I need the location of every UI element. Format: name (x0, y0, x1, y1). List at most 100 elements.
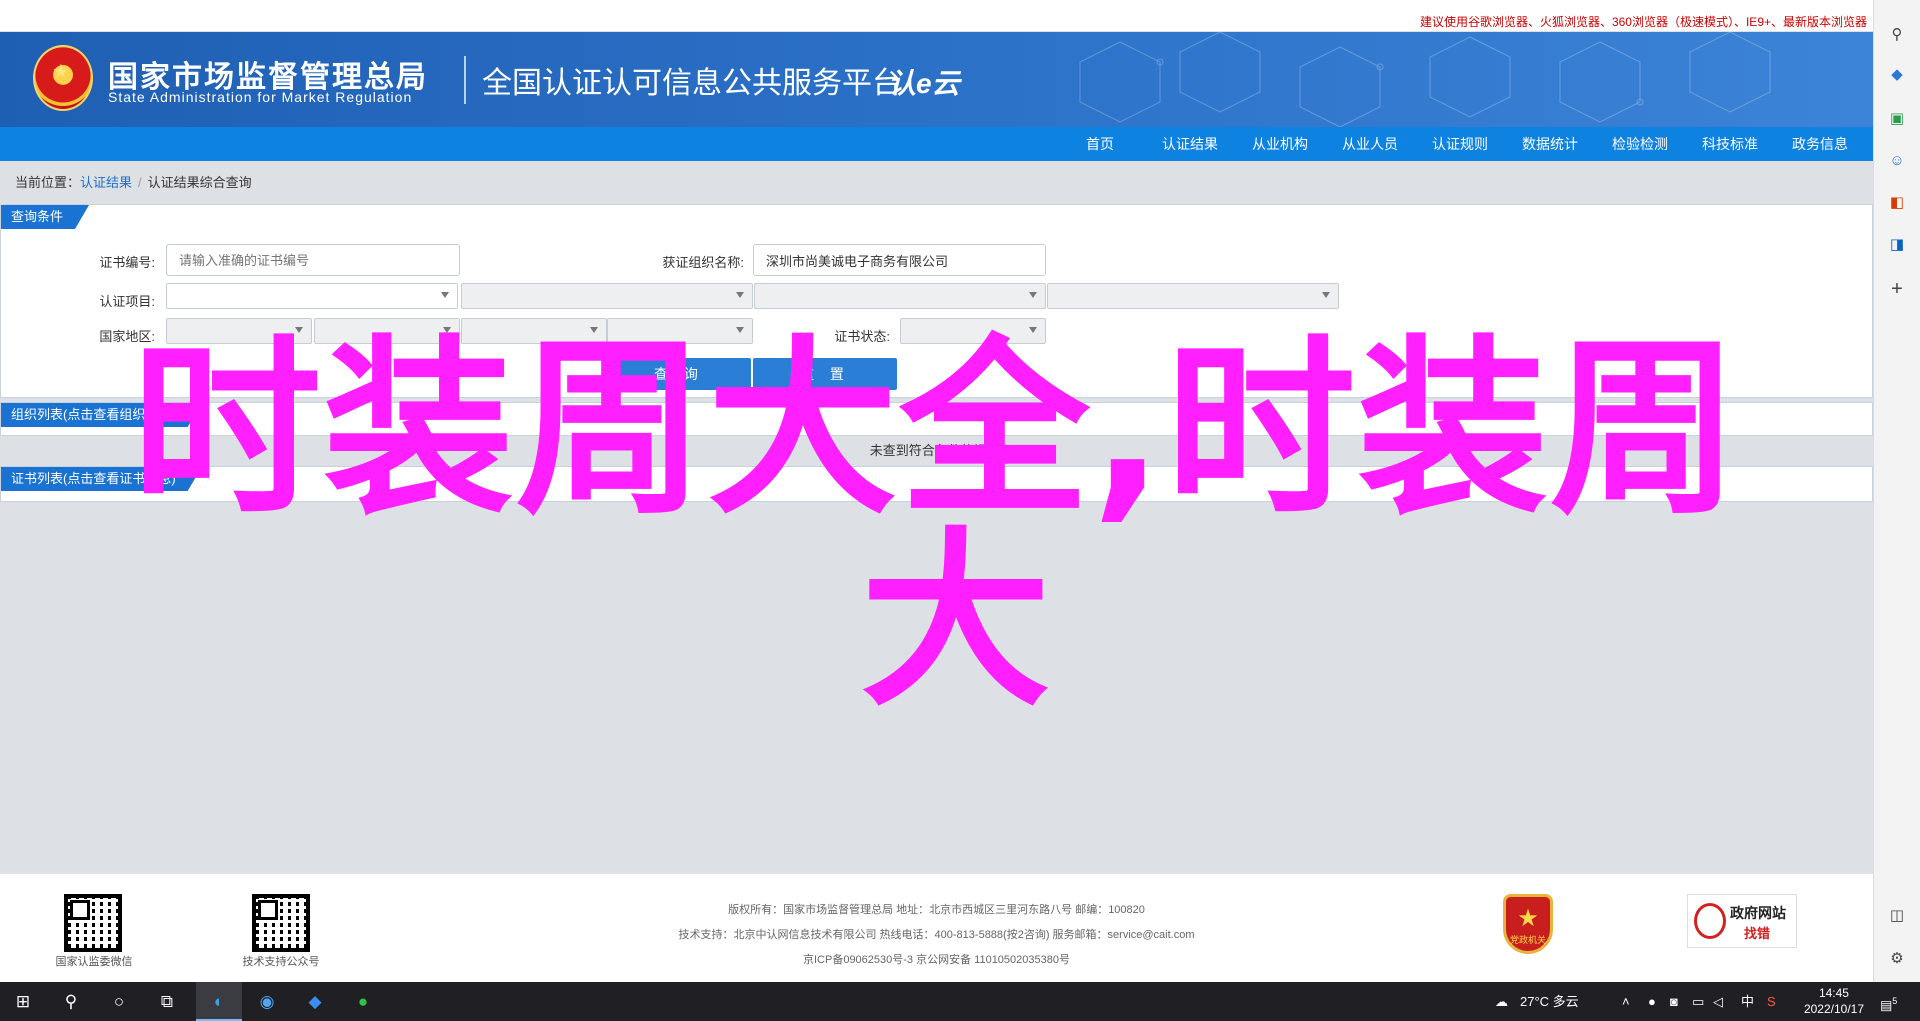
gov-site-error-badge[interactable]: 政府网站 找错 (1687, 894, 1797, 948)
tray-app-icon[interactable]: ◙ (1670, 982, 1678, 1021)
project-select-1[interactable] (166, 283, 458, 309)
footer-copyright: 版权所有：国家市场监督管理总局 地址：北京市西城区三里河东路八号 邮编：1008… (728, 904, 1145, 916)
overlay-headline-line2: 大 (860, 511, 1053, 732)
emblem-star-icon: ★ (52, 61, 70, 83)
project-label: 认证项目: (99, 294, 155, 309)
breadcrumb-link-results[interactable]: 认证结果 (80, 175, 132, 190)
cert-list-panel: 证书列表(点击查看证书信息) (0, 466, 1873, 502)
notification-icon[interactable]: ▤5 (1880, 982, 1897, 1021)
breadcrumb-prefix: 当前位置： (15, 175, 81, 190)
nav-item-4[interactable]: 认证规则 (1415, 127, 1505, 161)
reset-button[interactable]: 重 置 (753, 358, 897, 390)
org-list-panel: 组织列表(点击查看组织信息) (0, 402, 1873, 436)
party-badge-text: 党政机关 (1509, 935, 1546, 945)
cert-no-label: 证书编号: (99, 255, 155, 270)
status-select[interactable] (900, 318, 1046, 344)
system-clock[interactable]: 14:45 2022/10/17 (1804, 985, 1864, 1017)
app-icon-2[interactable]: ◆ (292, 982, 338, 1021)
chevron-down-icon (441, 292, 449, 298)
browser-warning-strip: 建议使用谷歌浏览器、火狐浏览器、360浏览器（极速模式）、IE9+、最新版本浏览… (0, 0, 1873, 32)
chevron-down-icon (443, 327, 451, 333)
clock-date: 2022/10/17 (1803, 1002, 1864, 1016)
browser-sidebar: ⚲ ◆ ▣ ☺ ◧ ◨ + ◫ ⚙ (1873, 0, 1920, 982)
gov-badge-subtitle: 找错 (1744, 926, 1771, 941)
platform-title: 全国认证认可信息公共服务平台 (482, 67, 902, 100)
chevron-down-icon (736, 327, 744, 333)
chevron-down-icon (736, 292, 744, 298)
toolbox-icon[interactable]: ▣ (1886, 108, 1908, 130)
gear-icon[interactable]: ⚙ (1886, 948, 1908, 970)
renyun-logo: 认e云 (888, 68, 960, 99)
sidebar-panel-icon[interactable]: ◫ (1886, 905, 1908, 927)
cert-list-tab[interactable]: 证书列表(点击查看证书信息) (1, 467, 202, 491)
nav-item-7[interactable]: 科技标准 (1685, 127, 1775, 161)
volume-icon[interactable]: ◁ (1713, 982, 1723, 1021)
notification-count: 5 (1892, 996, 1898, 1006)
org-list-tab[interactable]: 组织列表(点击查看组织信息) (1, 403, 202, 427)
weather-text[interactable]: 27°C 多云 (1520, 982, 1579, 1021)
region-label: 国家地区: (99, 329, 155, 344)
tag-icon[interactable]: ◆ (1886, 64, 1908, 86)
search-icon[interactable]: ⚲ (48, 982, 94, 1021)
office-icon[interactable]: ◧ (1886, 192, 1908, 214)
magnifier-icon (1694, 903, 1726, 939)
weather-icon[interactable]: ☁ (1495, 982, 1508, 1021)
nav-item-0[interactable]: 首页 (1055, 127, 1145, 161)
sogou-ime-icon[interactable]: S (1767, 982, 1776, 1021)
header-divider (464, 56, 466, 104)
nav-item-6[interactable]: 检验检测 (1595, 127, 1685, 161)
site-header: ★ 国家市场监督管理总局 State Administration for Ma… (0, 32, 1873, 127)
region-select-4[interactable] (607, 318, 753, 344)
add-icon[interactable]: + (1886, 278, 1908, 300)
nav-list: 首页 认证结果 从业机构 从业人员 认证规则 数据统计 检验检测 科技标准 政务信息 (1055, 127, 1865, 161)
breadcrumb-separator: / (138, 175, 142, 190)
region-select-2[interactable] (314, 318, 460, 344)
ime-indicator[interactable]: 中 (1741, 982, 1754, 1021)
people-icon[interactable]: ☺ (1886, 150, 1908, 172)
status-label: 证书状态: (834, 329, 890, 344)
breadcrumb: 当前位置：认证结果 / 认证结果综合查询 (15, 172, 252, 191)
empty-result-message: 未查到符合条件的记录! (869, 443, 1004, 458)
site-footer: 国家认监委微信 技术支持公众号 版权所有：国家市场监督管理总局 地址：北京市西城… (0, 873, 1873, 982)
network-icon[interactable]: ▭ (1692, 982, 1704, 1021)
outlook-icon[interactable]: ◨ (1886, 234, 1908, 256)
cortana-icon[interactable]: ○ (96, 982, 142, 1021)
nav-item-5[interactable]: 数据统计 (1505, 127, 1595, 161)
main-nav: 首页 认证结果 从业机构 从业人员 认证规则 数据统计 检验检测 科技标准 政务信息 (0, 127, 1873, 161)
app-icon-1[interactable]: ◉ (244, 982, 290, 1021)
query-panel-tab: 查询条件 (1, 205, 89, 229)
footer-icp[interactable]: 京ICP备09062530号-3 京公网安备 11010502035380号 (0, 951, 1873, 967)
project-select-2[interactable] (461, 283, 753, 309)
clock-time: 14:45 (1818, 986, 1849, 1000)
nav-item-1[interactable]: 认证结果 (1145, 127, 1235, 161)
footer-support: 技术支持：北京中认网信息技术有限公司 热线电话：400-813-5888(按2咨… (678, 929, 1195, 941)
cert-no-input[interactable] (166, 244, 460, 276)
region-select-1[interactable] (166, 318, 312, 344)
nav-item-3[interactable]: 从业人员 (1325, 127, 1415, 161)
chevron-down-icon (295, 327, 303, 333)
chevron-up-icon[interactable]: ˄ (1622, 982, 1630, 1021)
chevron-down-icon (590, 327, 598, 333)
edge-browser-icon[interactable]: ◐ (196, 982, 242, 1021)
org-name-label: 获证组织名称: (662, 255, 744, 270)
org-name-input[interactable] (753, 244, 1046, 276)
task-view-icon[interactable]: ⧉ (144, 982, 190, 1021)
browser-warning-text: 建议使用谷歌浏览器、火狐浏览器、360浏览器（极速模式）、IE9+、最新版本浏览… (1419, 15, 1867, 29)
wechat-tray-icon[interactable]: ● (1648, 982, 1656, 1021)
search-icon[interactable]: ⚲ (1886, 24, 1908, 46)
project-select-4[interactable] (1047, 283, 1339, 309)
region-select-3[interactable] (461, 318, 607, 344)
nav-item-2[interactable]: 从业机构 (1235, 127, 1325, 161)
chevron-down-icon (1322, 292, 1330, 298)
project-select-3[interactable] (754, 283, 1046, 309)
party-gov-badge[interactable]: ★ 党政机关 (1503, 894, 1553, 954)
agency-name-en: State Administration for Market Regulati… (108, 89, 413, 105)
search-button[interactable]: 查 询 (607, 358, 751, 390)
windows-taskbar: ⊞ ⚲ ○ ⧉ ◐ ◉ ◆ ● ☁ 27°C 多云 ˄ ● ◙ ▭ ◁ 中 S … (0, 982, 1920, 1021)
wechat-icon[interactable]: ● (340, 982, 386, 1021)
chevron-down-icon (1029, 292, 1037, 298)
chevron-down-icon (1029, 327, 1037, 333)
nav-item-8[interactable]: 政务信息 (1775, 127, 1865, 161)
header-decoration (1079, 32, 1771, 127)
windows-start-icon[interactable]: ⊞ (0, 982, 46, 1021)
